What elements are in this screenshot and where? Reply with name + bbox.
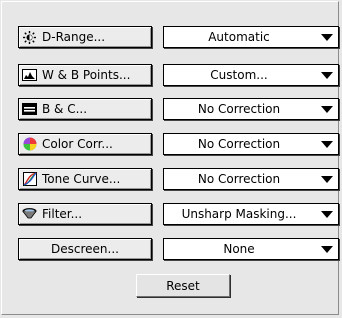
row-d-range: D-Range... Automatic [18, 26, 339, 48]
chevron-down-icon [321, 176, 333, 183]
descreen-select[interactable]: None [163, 238, 339, 260]
filter-button[interactable]: Filter... [18, 203, 152, 225]
reset-button[interactable]: Reset [136, 274, 230, 297]
brightness-contrast-icon [22, 103, 37, 116]
b-and-c-label: B & C... [42, 102, 88, 116]
contrast-sun-icon [22, 30, 37, 44]
chevron-down-icon [321, 141, 333, 148]
descreen-select-value: None [223, 242, 255, 256]
tone-curve-select[interactable]: No Correction [163, 168, 339, 190]
histogram-icon [22, 69, 37, 82]
filter-select[interactable]: Unsharp Masking... [163, 203, 339, 225]
filter-select-value: Unsharp Masking... [181, 207, 297, 221]
tone-curve-icon [22, 172, 37, 186]
d-range-button[interactable]: D-Range... [18, 26, 152, 48]
d-range-label: D-Range... [42, 30, 106, 44]
wb-points-select[interactable]: Custom... [163, 64, 339, 86]
tone-curve-label: Tone Curve... [42, 172, 121, 186]
descreen-label: Descreen... [51, 242, 119, 256]
row-filter: Filter... Unsharp Masking... [18, 203, 339, 225]
row-wb-points: W & B Points... Custom... [18, 64, 339, 86]
row-tone-curve: Tone Curve... No Correction [18, 168, 339, 190]
row-b-and-c: B & C... No Correction [18, 98, 339, 120]
tone-curve-select-value: No Correction [197, 172, 281, 186]
tone-curve-button[interactable]: Tone Curve... [18, 168, 152, 190]
chevron-down-icon [321, 34, 333, 41]
d-range-select-value: Automatic [208, 30, 270, 44]
b-and-c-select[interactable]: No Correction [163, 98, 339, 120]
row-descreen: Descreen... None [18, 238, 339, 260]
d-range-select[interactable]: Automatic [163, 26, 339, 48]
chevron-down-icon [321, 246, 333, 253]
wb-points-button[interactable]: W & B Points... [18, 64, 152, 86]
correction-panel: D-Range... Automatic W & B Points... Cus… [1, 1, 339, 315]
color-wheel-icon [22, 137, 37, 151]
b-and-c-select-value: No Correction [197, 102, 281, 116]
color-corr-label: Color Corr... [42, 137, 113, 151]
color-corr-button[interactable]: Color Corr... [18, 133, 152, 155]
filter-icon [22, 208, 37, 221]
descreen-button[interactable]: Descreen... [18, 238, 152, 260]
b-and-c-button[interactable]: B & C... [18, 98, 152, 120]
chevron-down-icon [321, 211, 333, 218]
chevron-down-icon [321, 106, 333, 113]
color-corr-select[interactable]: No Correction [163, 133, 339, 155]
reset-label: Reset [166, 278, 200, 293]
row-color-corr: Color Corr... No Correction [18, 133, 339, 155]
filter-label: Filter... [42, 207, 83, 221]
chevron-down-icon [321, 72, 333, 79]
wb-points-label: W & B Points... [42, 68, 131, 82]
color-corr-select-value: No Correction [197, 137, 281, 151]
wb-points-select-value: Custom... [210, 68, 268, 82]
